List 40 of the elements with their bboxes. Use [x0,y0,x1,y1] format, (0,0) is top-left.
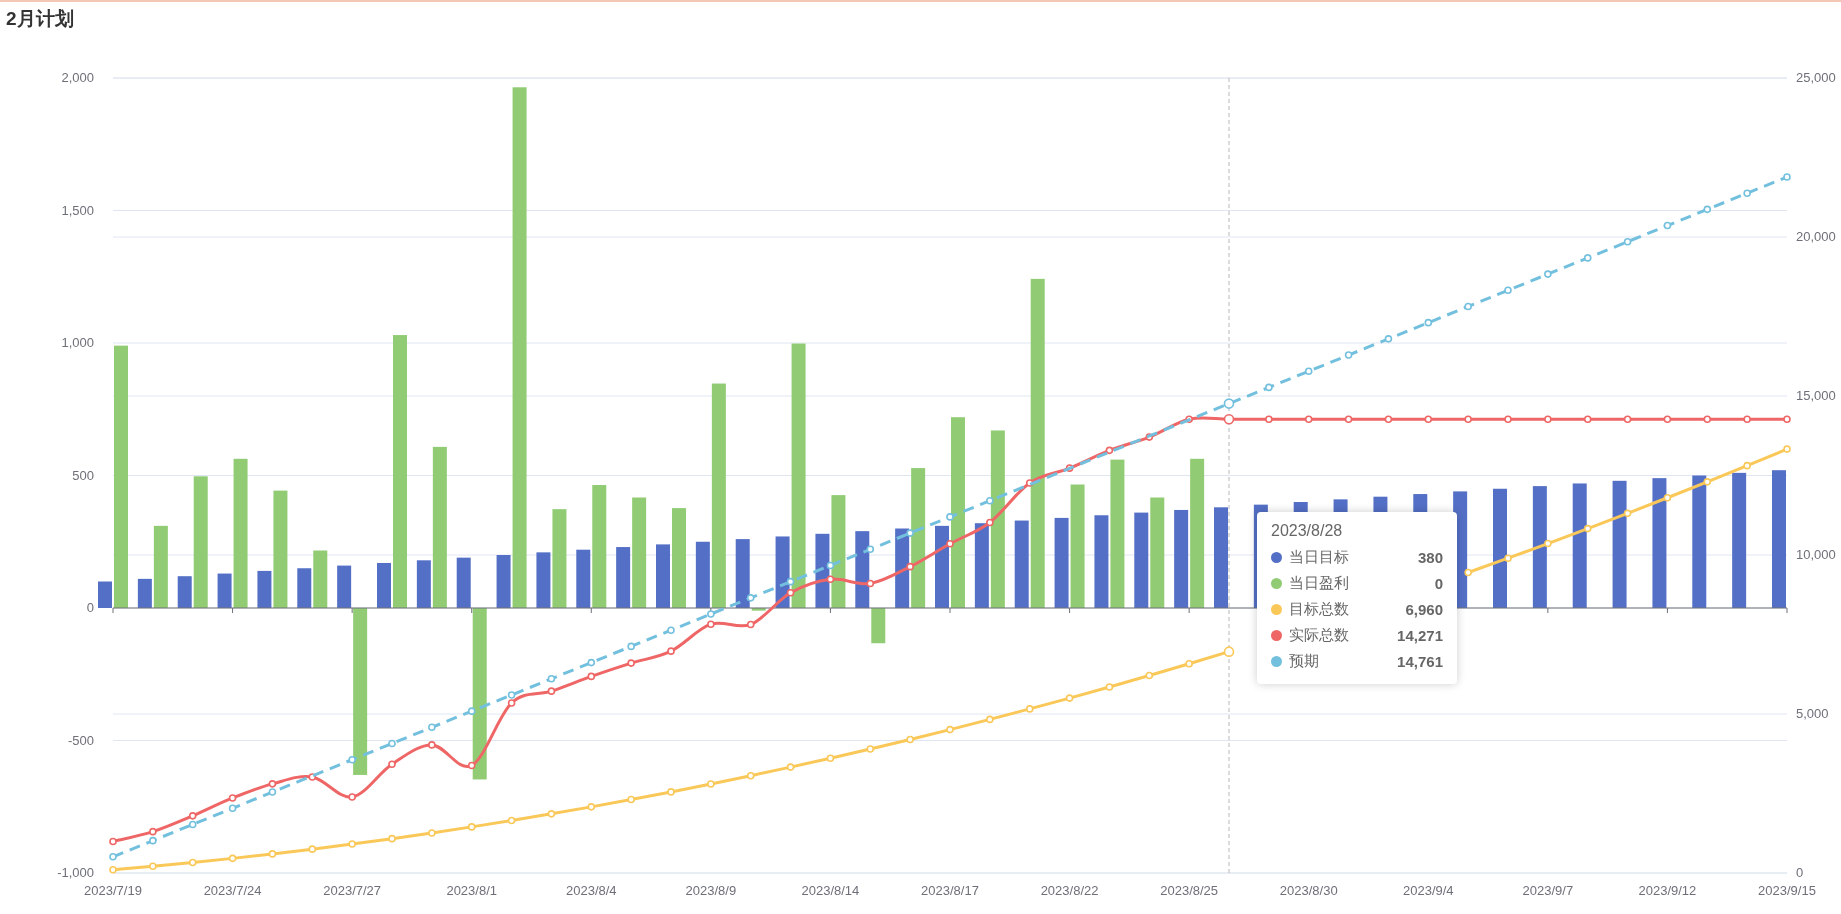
chart-title: 2月计划 [6,8,74,29]
series-value: 380 [1417,548,1443,566]
axis-label: 2023/9/7 [1522,883,1574,898]
axis-label: 2023/7/24 [203,883,262,898]
series-name: 实际总数 [1289,625,1349,645]
axis-label: 500 [72,467,94,483]
axis-label: 2023/9/4 [1403,883,1454,898]
series-value: 6,960 [1405,600,1443,618]
axis-label: 2023/8/9 [685,883,737,898]
axis-label: 2023/8/25 [1160,883,1219,898]
axis-label: 2023/7/27 [323,883,382,898]
axis-label: 25,000 [1796,70,1836,85]
axis-label: 2,000 [61,70,94,85]
axis-label: -1,000 [57,865,94,880]
axis-label: 2023/9/12 [1638,883,1697,898]
axis-label: 15,000 [1796,388,1836,403]
axis-label: 10,000 [1796,547,1836,562]
axis-label: 2023/8/30 [1279,883,1338,898]
axis-label: 0 [86,600,94,615]
series-value: 14,761 [1397,652,1443,670]
axis-label: 0 [1796,865,1804,880]
series-name: 当日盈利 [1289,573,1349,593]
axis-label: 1,500 [61,202,94,218]
axis-label: 2023/8/1 [446,883,497,898]
axis-label: 2023/8/17 [921,883,979,898]
axis-label: 2023/8/4 [566,883,617,898]
tooltip-date: 2023/8/28 [1271,522,1343,540]
series-name: 目标总数 [1289,599,1349,619]
axis-label: 5,000 [1796,706,1829,721]
series-value: 14,271 [1397,626,1443,644]
axis-label: 2023/7/19 [84,883,142,898]
axis-label: 2023/8/14 [801,883,860,898]
series-name: 预期 [1289,651,1319,671]
series-name: 当日目标 [1289,547,1349,567]
axis-label: -500 [67,732,94,748]
series-value: 0 [1434,574,1443,592]
axis-label: 2023/9/15 [1758,883,1816,898]
axis-label: 1,000 [61,335,94,350]
axis-label: 20,000 [1796,229,1836,244]
axis-label: 2023/8/22 [1040,883,1099,898]
